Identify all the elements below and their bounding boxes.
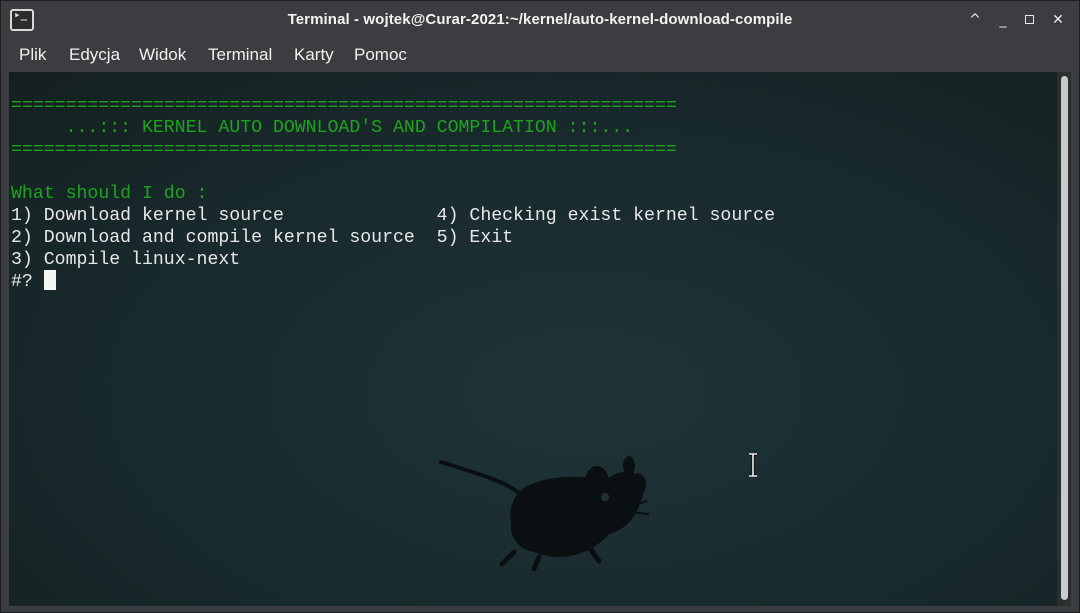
- title-bar[interactable]: ▸_ Terminal - wojtek@Curar-2021:~/kernel…: [1, 1, 1079, 39]
- prompt-text: #?: [11, 272, 44, 292]
- maximize-icon: [1024, 14, 1034, 24]
- ibeam-cursor-icon: [749, 453, 757, 477]
- text-cursor: [43, 269, 56, 290]
- window-title: Terminal - wojtek@Curar-2021:~/kernel/au…: [287, 11, 793, 28]
- menu-terminal[interactable]: Terminal: [208, 45, 272, 65]
- menu-karty[interactable]: Karty: [294, 45, 334, 65]
- menu-pomoc[interactable]: Pomoc: [354, 45, 407, 65]
- prompt-line[interactable]: #?: [11, 269, 56, 293]
- menu-bar: Plik Edycja Widok Terminal Karty Pomoc: [1, 39, 1079, 71]
- terminal-window: ▸_ Terminal - wojtek@Curar-2021:~/kernel…: [0, 0, 1080, 613]
- menu-edycja[interactable]: Edycja: [69, 45, 120, 65]
- terminal-output[interactable]: ========================================…: [9, 72, 1057, 606]
- maximize-button[interactable]: [1018, 9, 1040, 31]
- minimize-button[interactable]: _: [992, 9, 1014, 31]
- banner-line: ...::: KERNEL AUTO DOWNLOAD'S AND COMPIL…: [11, 118, 634, 138]
- options-row-2: 2) Download and compile kernel source 5)…: [11, 228, 514, 248]
- separator-bottom: ========================================…: [11, 140, 677, 160]
- menu-plik[interactable]: Plik: [19, 45, 46, 65]
- scrollbar-thumb[interactable]: [1061, 76, 1068, 600]
- vertical-scrollbar[interactable]: [1057, 72, 1071, 606]
- xfce-mouse-icon: [439, 456, 650, 572]
- close-button[interactable]: ✕: [1047, 9, 1069, 31]
- question-line: What should I do :: [11, 184, 208, 204]
- chevron-up-icon[interactable]: ^: [964, 9, 986, 31]
- menu-widok[interactable]: Widok: [139, 45, 186, 65]
- options-row-1: 1) Download kernel source 4) Checking ex…: [11, 206, 775, 226]
- options-row-3: 3) Compile linux-next: [11, 250, 241, 270]
- separator-top: ========================================…: [11, 96, 677, 116]
